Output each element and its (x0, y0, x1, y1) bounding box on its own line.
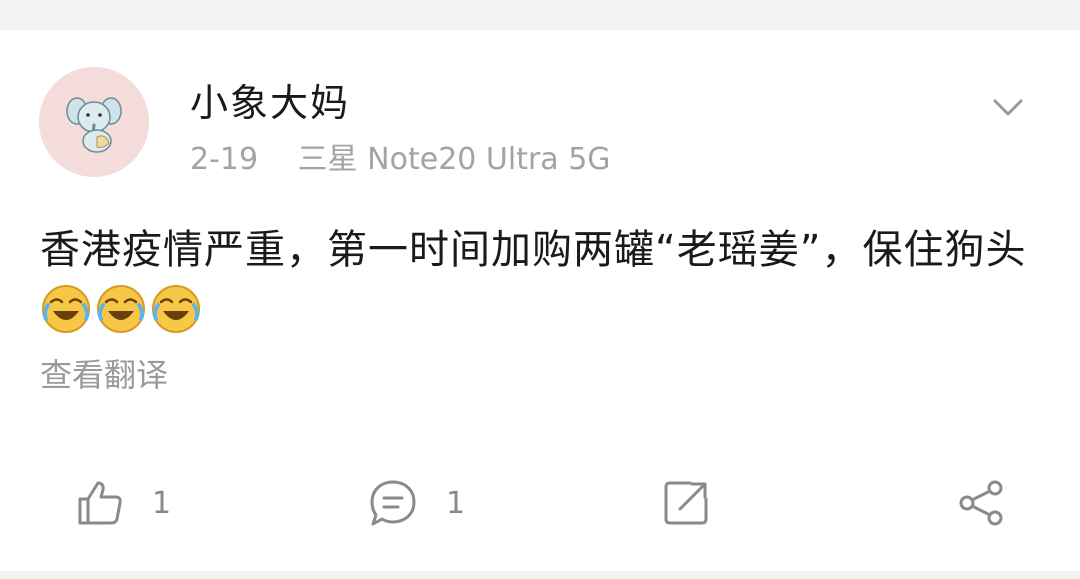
repost-icon (664, 481, 708, 525)
translate-link[interactable]: 查看翻译 (40, 353, 168, 397)
avatar[interactable] (39, 67, 149, 177)
comment-button[interactable]: 1 (368, 473, 465, 533)
share-button[interactable] (956, 473, 1006, 533)
like-button[interactable]: 1 (76, 473, 171, 533)
post-content: 香港疫情严重，第一时间加购两罐“老瑶姜”，保住狗头 (40, 220, 1050, 340)
post-date: 2-19 (190, 142, 259, 177)
post-device: 三星 Note20 Ultra 5G (297, 142, 611, 177)
elephant-icon (66, 97, 122, 153)
share-icon (959, 480, 1003, 526)
like-count: 1 (152, 485, 172, 521)
laugh-cry-emoji (150, 283, 202, 335)
username[interactable]: 小象大妈 (190, 80, 350, 126)
post-text: 香港疫情严重，第一时间加购两罐“老瑶姜”，保住狗头 (40, 227, 1027, 273)
comment-count: 1 (446, 485, 466, 521)
laugh-cry-emoji (95, 283, 147, 335)
post-meta: 2-19 三星 Note20 Ultra 5G (190, 140, 611, 180)
chevron-down-icon[interactable] (988, 88, 1028, 128)
laugh-cry-emoji (40, 283, 92, 335)
repost-button[interactable] (662, 473, 710, 533)
comment-icon (370, 480, 416, 526)
post-card: 小象大妈 2-19 三星 Note20 Ultra 5G 香港疫情严重，第一时间… (0, 30, 1080, 571)
thumbs-up-icon (78, 481, 122, 525)
